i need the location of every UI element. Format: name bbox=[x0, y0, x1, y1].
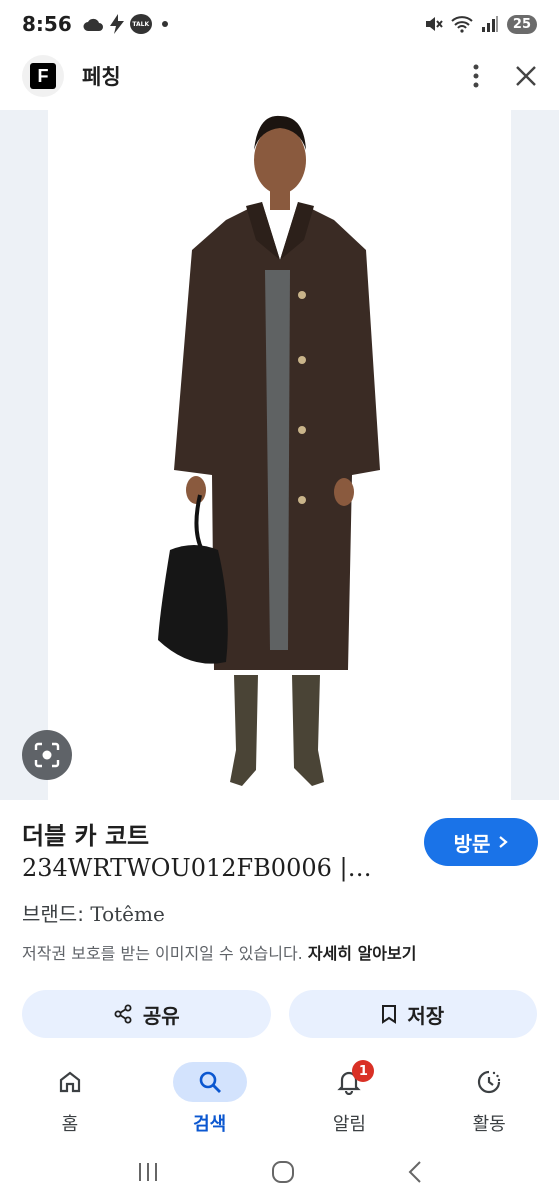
signal-icon bbox=[481, 16, 498, 32]
battery-icon: 25 bbox=[506, 14, 537, 34]
visual-search-button[interactable] bbox=[22, 730, 72, 780]
recent-apps-icon[interactable] bbox=[136, 1161, 160, 1183]
nav-search[interactable]: 검색 bbox=[140, 1056, 280, 1144]
back-icon[interactable] bbox=[407, 1160, 423, 1184]
bottom-navigation: 홈 검색 1 알림 활동 bbox=[0, 1056, 559, 1144]
visit-button[interactable]: 방문 bbox=[424, 818, 538, 866]
learn-more-link[interactable]: 자세히 알아보기 bbox=[308, 944, 417, 963]
nav-activity-label: 활동 bbox=[472, 1114, 506, 1135]
status-time: 8:56 bbox=[22, 12, 72, 36]
nav-alerts-label: 알림 bbox=[332, 1114, 366, 1135]
product-image-area[interactable] bbox=[0, 110, 559, 800]
next-image-peek[interactable] bbox=[511, 110, 559, 800]
nav-search-label: 검색 bbox=[193, 1114, 227, 1135]
app-logo: F bbox=[22, 55, 64, 97]
save-button[interactable]: 저장 bbox=[288, 990, 537, 1038]
nav-activity[interactable]: 활동 bbox=[419, 1056, 559, 1144]
chevron-right-icon bbox=[499, 836, 509, 848]
nav-home-label: 홈 bbox=[61, 1114, 79, 1135]
wifi-icon bbox=[451, 16, 473, 33]
mute-icon bbox=[425, 17, 443, 31]
status-bar: 8:56 TALK 25 bbox=[0, 0, 559, 48]
product-subtitle: 234WRTWOU012FB0006 |… bbox=[22, 854, 372, 882]
app-header: F 페칭 bbox=[0, 48, 559, 104]
activity-icon bbox=[478, 1070, 501, 1094]
copyright-text: 저작권 보호를 받는 이미지일 수 있습니다. bbox=[22, 944, 303, 963]
lens-icon bbox=[34, 742, 60, 768]
share-button[interactable]: 공유 bbox=[22, 990, 271, 1038]
product-photo bbox=[158, 115, 380, 786]
more-options-icon[interactable] bbox=[473, 64, 479, 88]
brand-line: 브랜드: Totême bbox=[22, 898, 165, 927]
action-row: 공유 저장 bbox=[22, 990, 537, 1038]
app-title: 페칭 bbox=[82, 65, 121, 89]
flash-icon bbox=[109, 14, 124, 34]
share-icon bbox=[114, 1004, 132, 1024]
share-label: 공유 bbox=[142, 1003, 180, 1028]
product-title: 더블 카 코트 bbox=[22, 822, 150, 850]
nav-alerts[interactable]: 1 알림 bbox=[280, 1056, 420, 1144]
previous-image-peek[interactable] bbox=[0, 110, 48, 800]
brand-label: 브랜드: bbox=[22, 902, 84, 926]
close-icon[interactable] bbox=[515, 65, 537, 87]
talk-icon: TALK bbox=[129, 14, 152, 34]
status-notification-icons: TALK bbox=[82, 14, 168, 34]
save-label: 저장 bbox=[407, 1003, 445, 1028]
visit-button-label: 방문 bbox=[453, 831, 491, 856]
alerts-badge: 1 bbox=[352, 1060, 375, 1082]
copyright-notice: 저작권 보호를 받는 이미지일 수 있습니다. 자세히 알아보기 bbox=[22, 940, 416, 964]
dot-icon bbox=[161, 21, 168, 27]
brand-name: Totême bbox=[90, 902, 165, 926]
nav-home[interactable]: 홈 bbox=[0, 1056, 140, 1144]
home-icon bbox=[59, 1071, 80, 1093]
cloud-icon bbox=[83, 18, 103, 31]
home-button-icon[interactable] bbox=[271, 1160, 295, 1184]
bookmark-icon bbox=[382, 1005, 397, 1024]
app-logo-letter: F bbox=[30, 63, 56, 89]
system-navigation-bar bbox=[0, 1144, 559, 1200]
search-icon bbox=[199, 1071, 221, 1093]
